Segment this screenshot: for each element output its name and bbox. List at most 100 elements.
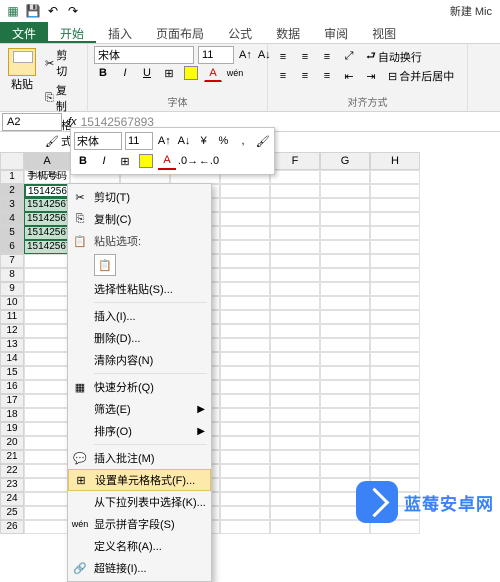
cm-clear[interactable]: 清除内容(N) xyxy=(68,349,211,371)
cell[interactable] xyxy=(220,324,270,338)
row-header[interactable]: 2 xyxy=(0,184,24,198)
mini-inc-decimal-icon[interactable]: .0→ xyxy=(179,152,197,170)
cell[interactable] xyxy=(320,436,370,450)
cell[interactable] xyxy=(270,422,320,436)
cell[interactable] xyxy=(220,394,270,408)
mini-font-select[interactable] xyxy=(74,132,122,150)
row-header[interactable]: 22 xyxy=(0,464,24,478)
cell[interactable] xyxy=(270,492,320,506)
mini-bold-button[interactable]: B xyxy=(74,152,92,170)
mini-decrease-font-icon[interactable]: A↓ xyxy=(176,132,193,150)
tab-review[interactable]: 审阅 xyxy=(312,22,360,43)
cell[interactable] xyxy=(320,296,370,310)
cell[interactable] xyxy=(270,212,320,226)
cell[interactable] xyxy=(270,436,320,450)
cell[interactable] xyxy=(24,464,70,478)
align-bottom-icon[interactable]: ≡ xyxy=(318,49,336,65)
col-header-A[interactable]: A xyxy=(24,152,70,170)
mini-italic-button[interactable]: I xyxy=(95,152,113,170)
cell[interactable] xyxy=(370,296,420,310)
cell[interactable] xyxy=(24,254,70,268)
mini-comma-icon[interactable]: , xyxy=(235,132,252,150)
cell[interactable] xyxy=(24,310,70,324)
cell[interactable] xyxy=(370,450,420,464)
cell[interactable] xyxy=(270,198,320,212)
cell[interactable] xyxy=(24,324,70,338)
cell[interactable] xyxy=(270,478,320,492)
tab-page-layout[interactable]: 页面布局 xyxy=(144,22,216,43)
cell[interactable] xyxy=(270,324,320,338)
tab-file[interactable]: 文件 xyxy=(0,22,48,43)
mini-increase-font-icon[interactable]: A↑ xyxy=(156,132,173,150)
row-header[interactable]: 6 xyxy=(0,240,24,254)
align-center-icon[interactable]: ≡ xyxy=(296,68,314,84)
border-button[interactable]: ⊞ xyxy=(160,64,178,82)
cell[interactable] xyxy=(270,352,320,366)
mini-currency-icon[interactable]: ¥ xyxy=(195,132,212,150)
cell[interactable] xyxy=(320,352,370,366)
cell[interactable] xyxy=(270,170,320,184)
cell[interactable] xyxy=(270,394,320,408)
cell[interactable] xyxy=(220,436,270,450)
cell[interactable] xyxy=(24,422,70,436)
undo-icon[interactable]: ↶ xyxy=(44,2,62,20)
cm-sort[interactable]: 排序(O) ▶ xyxy=(68,420,211,442)
row-header[interactable]: 21 xyxy=(0,450,24,464)
paste-button[interactable]: 粘贴 xyxy=(6,46,38,166)
cell[interactable] xyxy=(320,408,370,422)
cell[interactable] xyxy=(270,380,320,394)
row-header[interactable]: 10 xyxy=(0,296,24,310)
cell[interactable] xyxy=(24,492,70,506)
cut-button[interactable]: ✂剪切 xyxy=(41,46,81,80)
cm-cut[interactable]: ✂ 剪切(T) xyxy=(68,186,211,208)
cell[interactable] xyxy=(270,282,320,296)
cell[interactable] xyxy=(270,240,320,254)
cell[interactable] xyxy=(24,338,70,352)
tab-home[interactable]: 开始 xyxy=(48,22,96,43)
tab-insert[interactable]: 插入 xyxy=(96,22,144,43)
name-box[interactable] xyxy=(2,113,62,131)
row-header[interactable]: 19 xyxy=(0,422,24,436)
row-header[interactable]: 26 xyxy=(0,520,24,534)
cell[interactable] xyxy=(270,408,320,422)
cell[interactable] xyxy=(24,352,70,366)
cell[interactable] xyxy=(270,520,320,534)
cell[interactable] xyxy=(370,338,420,352)
cell[interactable] xyxy=(320,366,370,380)
row-header[interactable]: 9 xyxy=(0,282,24,296)
cm-paste-special[interactable]: 选择性粘贴(S)... xyxy=(68,278,211,300)
mini-dec-decimal-icon[interactable]: ←.0 xyxy=(200,152,218,170)
cell[interactable] xyxy=(220,282,270,296)
cell[interactable] xyxy=(24,394,70,408)
cell[interactable] xyxy=(370,226,420,240)
cell[interactable] xyxy=(320,324,370,338)
mini-percent-icon[interactable]: % xyxy=(215,132,232,150)
cell[interactable] xyxy=(320,254,370,268)
cm-format-cells[interactable]: ⊞ 设置单元格格式(F)... xyxy=(68,469,211,491)
cell[interactable] xyxy=(370,352,420,366)
cell[interactable] xyxy=(220,212,270,226)
orientation-icon[interactable]: ⤢ xyxy=(340,49,358,65)
cell[interactable] xyxy=(370,366,420,380)
cell[interactable] xyxy=(24,520,70,534)
cell[interactable] xyxy=(24,380,70,394)
cell[interactable] xyxy=(370,394,420,408)
align-left-icon[interactable]: ≡ xyxy=(274,68,292,84)
cell[interactable] xyxy=(220,478,270,492)
tab-formulas[interactable]: 公式 xyxy=(216,22,264,43)
cell[interactable] xyxy=(220,450,270,464)
fx-icon[interactable]: fx xyxy=(68,116,77,128)
col-header-G[interactable]: G xyxy=(320,152,370,170)
cell[interactable] xyxy=(370,198,420,212)
cm-filter[interactable]: 筛选(E) ▶ xyxy=(68,398,211,420)
cell[interactable] xyxy=(24,366,70,380)
row-header[interactable]: 8 xyxy=(0,268,24,282)
cell[interactable] xyxy=(270,506,320,520)
cell[interactable] xyxy=(320,338,370,352)
cm-insert-comment[interactable]: 💬 插入批注(M) xyxy=(68,447,211,469)
cell[interactable] xyxy=(270,226,320,240)
decrease-indent-icon[interactable]: ⇤ xyxy=(340,68,358,84)
align-top-icon[interactable]: ≡ xyxy=(274,49,292,65)
cell[interactable] xyxy=(220,240,270,254)
cell[interactable] xyxy=(370,324,420,338)
